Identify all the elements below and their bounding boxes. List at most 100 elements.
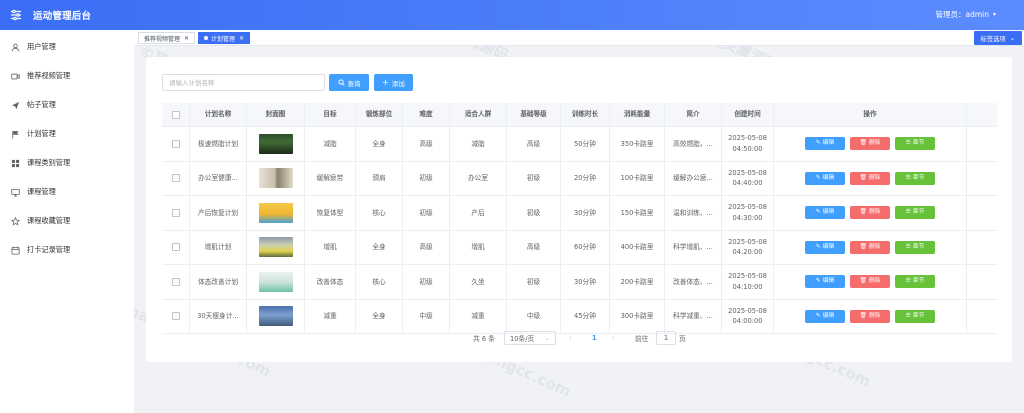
sidebar-item-plans[interactable]: 计划管理 <box>0 123 134 145</box>
delete-button[interactable]: 🗑 删除 <box>850 275 890 289</box>
cover-image[interactable] <box>258 133 293 154</box>
body-part-cell: 核心 <box>356 196 403 230</box>
row-select-cell[interactable] <box>162 230 190 264</box>
cover-image[interactable] <box>258 271 293 292</box>
body-part-cell: 全身 <box>356 127 403 161</box>
row-checkbox[interactable] <box>171 243 180 252</box>
goal-cell: 恢复体型 <box>305 196 356 230</box>
plan-name-cell: 办公室健康... <box>190 161 247 195</box>
edit-button[interactable]: ✎ 编辑 <box>805 309 845 323</box>
cover-image[interactable] <box>258 168 293 189</box>
page-size-select[interactable]: 10条/页 ⌄ <box>504 331 556 345</box>
list-icon: ☰ <box>905 243 911 250</box>
query-button[interactable]: 查询 <box>329 74 369 91</box>
tag-options-button[interactable]: 标签选项 ⌄ <box>973 31 1022 45</box>
edit-button[interactable]: ✎ 编辑 <box>805 206 845 220</box>
plan-name-search-input[interactable] <box>162 74 325 91</box>
row-checkbox[interactable] <box>171 208 180 217</box>
row-checkbox[interactable] <box>171 174 180 183</box>
crowd-cell: 产后 <box>450 196 507 230</box>
select-all-checkbox[interactable] <box>171 110 180 119</box>
created-time-cell: 2025-05-08 04:40:00 <box>722 161 774 195</box>
actions-cell: ✎ 编辑 🗑 删除 ☰ 章节 <box>774 299 967 333</box>
crowd-cell: 办公室 <box>450 161 507 195</box>
goal-cell: 增肌 <box>305 230 356 264</box>
sidebar: 用户管理 推荐视频管理 帖子管理 计划管理 课程类别管理 课程管理 课程收藏管理… <box>0 30 134 413</box>
sidebar-item-videos[interactable]: 推荐视频管理 <box>0 65 134 87</box>
select-all-cell[interactable] <box>162 103 190 126</box>
sidebar-item-course-categories[interactable]: 课程类别管理 <box>0 152 134 174</box>
table-row: 增肌计划 增肌 全身 高级 增肌 高级 60分钟 400卡路里 科学增肌、... 2025-05-… <box>162 230 997 265</box>
delete-button[interactable]: 🗑 删除 <box>850 240 890 254</box>
goal-cell: 缓解疲劳 <box>305 161 356 195</box>
row-checkbox[interactable] <box>171 277 180 286</box>
row-checkbox[interactable] <box>171 139 180 148</box>
delete-button[interactable]: 🗑 删除 <box>850 206 890 220</box>
sidebar-item-checkin-records[interactable]: 打卡记录管理 <box>0 239 134 261</box>
chapter-button[interactable]: ☰ 章节 <box>895 309 935 323</box>
prev-page-icon[interactable]: ‹ <box>569 331 572 345</box>
sidebar-item-users[interactable]: 用户管理 <box>0 36 134 58</box>
difficulty-cell: 初级 <box>403 265 450 299</box>
actions-cell: ✎ 编辑 🗑 删除 ☰ 章节 <box>774 196 967 230</box>
row-select-cell[interactable] <box>162 299 190 333</box>
body-part-cell: 核心 <box>356 265 403 299</box>
edit-button[interactable]: ✎ 编辑 <box>805 171 845 185</box>
menu-toggle-icon[interactable] <box>9 8 23 22</box>
edit-icon: ✎ <box>815 174 821 181</box>
list-icon: ☰ <box>905 278 911 285</box>
row-checkbox[interactable] <box>171 312 180 321</box>
delete-button[interactable]: 🗑 删除 <box>850 309 890 323</box>
tab-plans[interactable]: 计划管理 ✕ <box>198 32 251 44</box>
close-icon[interactable]: ✕ <box>239 35 244 42</box>
sidebar-item-posts[interactable]: 帖子管理 <box>0 94 134 116</box>
list-icon: ☰ <box>905 209 911 216</box>
close-icon[interactable]: ✕ <box>184 35 189 42</box>
trash-icon: 🗑 <box>859 278 867 285</box>
row-select-cell[interactable] <box>162 161 190 195</box>
intro-cell: 科学增肌、... <box>665 230 722 264</box>
chapter-button[interactable]: ☰ 章节 <box>895 275 935 289</box>
trash-icon: 🗑 <box>859 243 867 250</box>
crowd-cell: 减重 <box>450 299 507 333</box>
chapter-button[interactable]: ☰ 章节 <box>895 206 935 220</box>
edit-button[interactable]: ✎ 编辑 <box>805 240 845 254</box>
edit-button[interactable]: ✎ 编辑 <box>805 275 845 289</box>
pagination: 共 6 条 10条/页 ⌄ ‹ 1 › 前往 1 页 <box>146 331 1012 345</box>
difficulty-cell: 中级 <box>403 299 450 333</box>
cover-image[interactable] <box>258 306 293 327</box>
cover-image[interactable] <box>258 202 293 223</box>
add-button[interactable]: + 添加 <box>374 74 413 91</box>
row-select-cell[interactable] <box>162 265 190 299</box>
table-row: 极速燃脂计划 减脂 全身 高级 减脂 高级 50分钟 350卡路里 高效燃脂，... 2025-0… <box>162 127 997 162</box>
row-select-cell[interactable] <box>162 196 190 230</box>
delete-button[interactable]: 🗑 删除 <box>850 137 890 151</box>
row-select-cell[interactable] <box>162 127 190 161</box>
body-part-cell: 全身 <box>356 230 403 264</box>
sidebar-item-courses[interactable]: 课程管理 <box>0 181 134 203</box>
page-number[interactable]: 1 <box>592 331 597 345</box>
row-spacer <box>967 265 997 299</box>
tab-recommended-videos[interactable]: 推荐视频管理 ✕ <box>138 32 196 44</box>
duration-cell: 30分钟 <box>561 196 610 230</box>
chapter-button[interactable]: ☰ 章节 <box>895 240 935 254</box>
edit-icon: ✎ <box>815 209 821 216</box>
col-header: 计划名称 <box>190 103 247 126</box>
level-cell: 高级 <box>507 127 561 161</box>
admin-dropdown[interactable]: 管理员：admin ▾ <box>935 9 996 20</box>
difficulty-cell: 高级 <box>403 230 450 264</box>
intro-cell: 改善体态、... <box>665 265 722 299</box>
plan-table: 计划名称 封面图 目标 锻炼部位 难度 适合人群 基础等级 训练时长 消耗能量 … <box>162 103 997 334</box>
goto-label: 前往 <box>635 335 649 343</box>
intro-cell: 科学减重、... <box>665 299 722 333</box>
chapter-button[interactable]: ☰ 章节 <box>895 137 935 151</box>
chevron-down-icon: ⌄ <box>544 334 550 342</box>
delete-button[interactable]: 🗑 删除 <box>850 171 890 185</box>
cover-image[interactable] <box>258 237 293 258</box>
goto-page-input[interactable]: 1 <box>656 331 676 345</box>
edit-button[interactable]: ✎ 编辑 <box>805 137 845 151</box>
next-page-icon[interactable]: › <box>612 331 615 345</box>
list-icon: ☰ <box>905 174 911 181</box>
sidebar-item-course-favorites[interactable]: 课程收藏管理 <box>0 210 134 232</box>
chapter-button[interactable]: ☰ 章节 <box>895 171 935 185</box>
